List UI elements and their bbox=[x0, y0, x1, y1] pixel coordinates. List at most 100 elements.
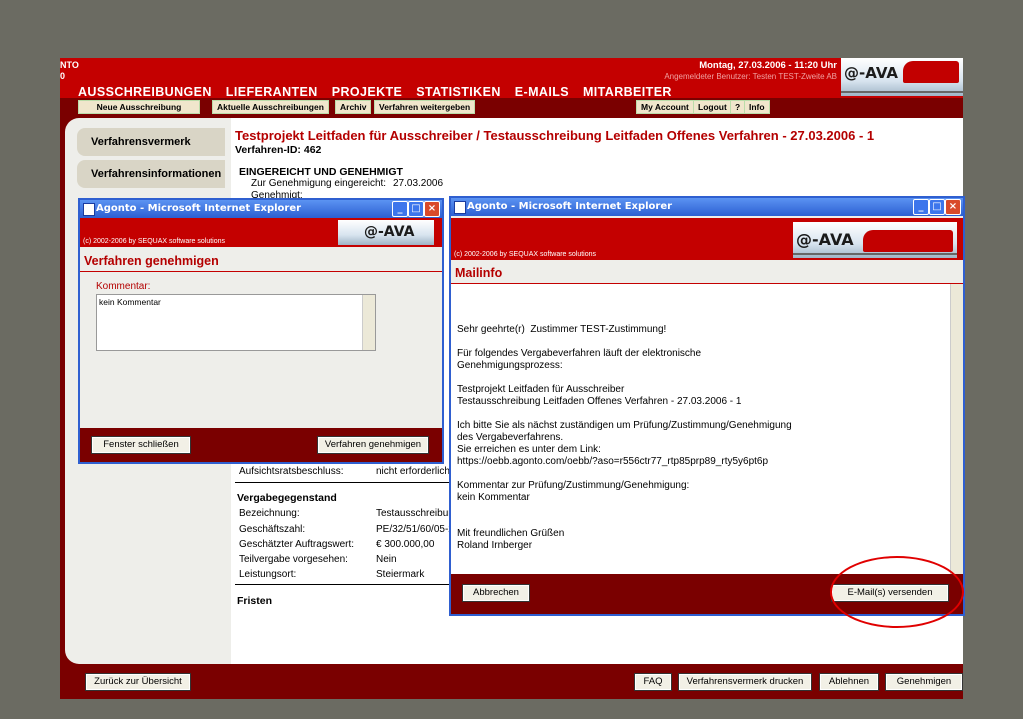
rail-line bbox=[793, 253, 957, 255]
main-nav: AUSSCHREIBUNGEN LIEFERANTEN PROJEKTE STA… bbox=[78, 85, 672, 99]
close-icon[interactable]: × bbox=[424, 201, 440, 217]
nav-mitarbeiter[interactable]: MITARBEITER bbox=[583, 85, 672, 99]
train-icon bbox=[903, 61, 959, 83]
row-label: Geschäftszahl: bbox=[239, 524, 306, 535]
deadlines-heading: Fristen bbox=[237, 595, 273, 607]
mail-line bbox=[457, 372, 792, 384]
print-note-button[interactable]: Verfahrensvermerk drucken bbox=[678, 673, 812, 691]
header-cut-text: NTO 0 bbox=[60, 60, 79, 82]
mail-line bbox=[457, 468, 792, 480]
logout-link[interactable]: Logout bbox=[693, 100, 732, 114]
scrollbar[interactable] bbox=[362, 295, 375, 350]
row-label: Leistungsort: bbox=[239, 569, 297, 580]
mail-line bbox=[457, 408, 792, 420]
row-label: Geschätzter Auftragswert: bbox=[239, 539, 355, 550]
logo-text: @-AVA bbox=[364, 224, 415, 240]
info-link[interactable]: Info bbox=[744, 100, 770, 114]
help-link[interactable]: ? bbox=[730, 100, 746, 114]
nav-e-mails[interactable]: E-MAILS bbox=[515, 85, 569, 99]
mail-line: Ich bitte Sie als nächst zuständigen um … bbox=[457, 420, 792, 431]
mail-line: Sie erreichen es unter dem Link: bbox=[457, 444, 601, 455]
window-header: (c) 2002-2006 by SEQUAX software solutio… bbox=[80, 218, 442, 247]
mail-line bbox=[457, 516, 792, 528]
nav-projekte[interactable]: PROJEKTE bbox=[332, 85, 403, 99]
current-tenders-link[interactable]: Aktuelle Ausschreibungen bbox=[212, 100, 329, 114]
mail-line: Für folgendes Vergabeverfahren läuft der… bbox=[457, 348, 702, 359]
logo-text: @-AVA bbox=[796, 230, 854, 249]
subject-heading: Vergabegegenstand bbox=[237, 492, 337, 504]
cut-text-bottom: 0 bbox=[60, 71, 66, 81]
nav-statistiken[interactable]: STATISTIKEN bbox=[416, 85, 501, 99]
comment-value: kein Kommentar bbox=[99, 297, 161, 307]
submitted-value: 27.03.2006 bbox=[393, 178, 444, 189]
current-datetime: Montag, 27.03.2006 - 11:20 Uhr bbox=[699, 60, 837, 71]
row-label: Teilvergabe vorgesehen: bbox=[239, 554, 348, 565]
train-icon bbox=[863, 230, 953, 252]
mail-scrollbar[interactable] bbox=[950, 284, 963, 574]
logged-in-user: Angemeldeter Benutzer: Testen TEST-Zweit… bbox=[664, 72, 837, 81]
mail-line: Genehmigungsprozess: bbox=[457, 360, 563, 371]
reject-button[interactable]: Ablehnen bbox=[819, 673, 879, 691]
top-header: NTO 0 AUSSCHREIBUNGEN LIEFERANTEN PROJEK… bbox=[60, 58, 963, 99]
mail-line bbox=[457, 336, 792, 348]
window-titlebar[interactable]: Agonto - Microsoft Internet Explorer _ □… bbox=[80, 200, 442, 218]
row-value: Nein bbox=[376, 554, 397, 565]
minimize-icon[interactable]: _ bbox=[392, 201, 408, 217]
comment-textarea[interactable]: kein Kommentar bbox=[96, 294, 376, 351]
highlight-ellipse bbox=[830, 556, 964, 628]
new-tender-button[interactable]: Neue Ausschreibung bbox=[78, 100, 200, 114]
nav-ausschreibungen[interactable]: AUSSCHREIBUNGEN bbox=[78, 85, 212, 99]
status-text: EINGEREICHT UND GENEHMIGT bbox=[239, 166, 403, 178]
row-value: Steiermark bbox=[376, 569, 425, 580]
my-account-link[interactable]: My Account bbox=[636, 100, 694, 114]
dialog-footer: Fenster schließen Verfahren genehmigen bbox=[80, 428, 442, 462]
window-titlebar[interactable]: Agonto - Microsoft Internet Explorer _ □… bbox=[451, 198, 963, 216]
sub-nav: Neue Ausschreibung Aktuelle Ausschreibun… bbox=[60, 98, 963, 115]
tab-verfahrensinformationen[interactable]: Verfahrensinformationen bbox=[77, 160, 225, 188]
window-header: (c) 2002-2006 by SEQUAX software solutio… bbox=[451, 218, 963, 260]
mail-line: https://oebb.agonto.com/oebb/?aso=r556ct… bbox=[457, 456, 769, 467]
mail-line: des Vergabeverfahrens. bbox=[457, 432, 564, 443]
mail-line: Sehr geehrte(r) Zustimmer TEST-Zustimmun… bbox=[457, 324, 667, 335]
heading-rule bbox=[80, 271, 442, 272]
comment-label: Kommentar: bbox=[96, 281, 151, 292]
back-to-overview-button[interactable]: Zurück zur Übersicht bbox=[85, 673, 191, 691]
approve-button[interactable]: Genehmigen bbox=[885, 673, 963, 691]
mail-line: Mit freundlichen Grüßen bbox=[457, 528, 565, 539]
board-label: Aufsichtsratsbeschluss: bbox=[239, 466, 344, 477]
mail-line: Testprojekt Leitfaden für Ausschreiber bbox=[457, 384, 625, 395]
approve-procedure-button[interactable]: Verfahren genehmigen bbox=[317, 436, 429, 454]
row-value: PE/32/51/60/05-2 bbox=[376, 524, 454, 535]
forward-procedure-link[interactable]: Verfahren weitergeben bbox=[374, 100, 476, 114]
close-icon[interactable]: × bbox=[945, 199, 961, 215]
procedure-id: Verfahren-ID: 462 bbox=[235, 144, 322, 156]
ava-logo: @-AVA bbox=[338, 220, 434, 245]
maximize-icon[interactable]: □ bbox=[408, 201, 424, 217]
window-title: Agonto - Microsoft Internet Explorer bbox=[96, 203, 302, 214]
rail-line bbox=[841, 91, 963, 93]
mailinfo-heading: Mailinfo bbox=[455, 266, 503, 280]
divider bbox=[235, 482, 465, 483]
cancel-button[interactable]: Abbrechen bbox=[462, 584, 530, 602]
tab-verfahrensvermerk[interactable]: Verfahrensvermerk bbox=[77, 128, 225, 156]
mail-line bbox=[457, 504, 792, 516]
copyright-text: (c) 2002-2006 by SEQUAX software solutio… bbox=[454, 251, 597, 258]
divider bbox=[235, 584, 465, 585]
page-title: Testprojekt Leitfaden für Ausschreiber /… bbox=[235, 128, 875, 143]
nav-lieferanten[interactable]: LIEFERANTEN bbox=[226, 85, 318, 99]
mail-line: Kommentar zur Prüfung/Zustimmung/Genehmi… bbox=[457, 480, 690, 491]
mailinfo-window: Agonto - Microsoft Internet Explorer _ □… bbox=[449, 196, 965, 616]
window-title: Agonto - Microsoft Internet Explorer bbox=[467, 201, 673, 212]
maximize-icon[interactable]: □ bbox=[929, 199, 945, 215]
board-value: nicht erforderlich bbox=[376, 466, 450, 477]
mail-body: Sehr geehrte(r) Zustimmer TEST-Zustimmun… bbox=[451, 284, 963, 574]
archive-link[interactable]: Archiv bbox=[335, 100, 372, 114]
ava-logo: @-AVA bbox=[841, 58, 963, 96]
mail-text: Sehr geehrte(r) Zustimmer TEST-Zustimmun… bbox=[457, 324, 792, 552]
close-window-button[interactable]: Fenster schließen bbox=[91, 436, 191, 454]
copyright-text: (c) 2002-2006 by SEQUAX software solutio… bbox=[83, 238, 226, 245]
minimize-icon[interactable]: _ bbox=[913, 199, 929, 215]
cut-text-top: NTO bbox=[60, 60, 79, 70]
faq-button[interactable]: FAQ bbox=[634, 673, 672, 691]
row-label: Bezeichnung: bbox=[239, 508, 300, 519]
